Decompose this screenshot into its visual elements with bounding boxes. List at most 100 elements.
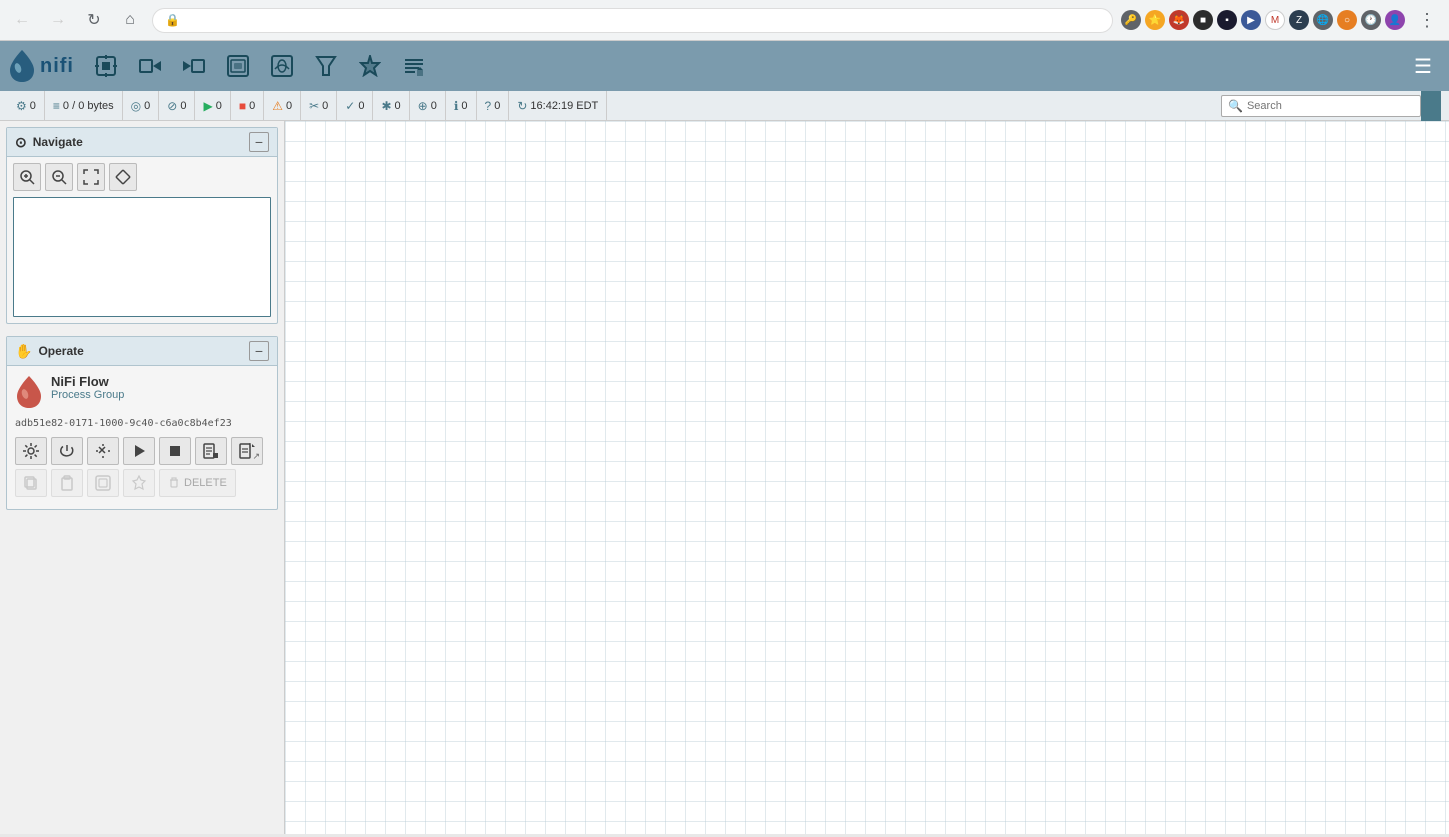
ext-avatar[interactable]: 👤 [1385, 10, 1405, 30]
ext-dark2[interactable]: ▪ [1217, 10, 1237, 30]
ext-dark1[interactable]: ■ [1193, 10, 1213, 30]
status-valid: ✓ 0 [337, 91, 373, 120]
invalid-value: 0 [180, 100, 186, 112]
zoom-out-icon [51, 169, 67, 185]
search-input[interactable] [1247, 100, 1414, 112]
flow-text-info: NiFi Flow Process Group [51, 374, 124, 401]
warnings-status-icon: ⚠ [272, 99, 283, 113]
navigate-panel: ⊙ Navigate − [6, 127, 278, 324]
browser-toolbar: ← → ↻ ⌂ 🔒 localhost:8080/nifi/ 🔑 ⭐ 🦊 ■ ▪… [0, 0, 1449, 40]
status-remote-in: ⊕ 0 [410, 91, 446, 120]
configure-button[interactable] [15, 437, 47, 465]
operate-header-left: ✋ Operate [15, 343, 84, 360]
stop-button[interactable] [159, 437, 191, 465]
hamburger-menu-button[interactable]: ☰ [1405, 48, 1441, 84]
process-group-icon [227, 55, 249, 77]
ext-key[interactable]: 🔑 [1121, 10, 1141, 30]
ext-orange[interactable]: ○ [1337, 10, 1357, 30]
operate-collapse-button[interactable]: − [249, 341, 269, 361]
search-box[interactable]: 🔍 [1221, 95, 1421, 117]
zoom-out-button[interactable] [45, 163, 73, 191]
copy-button[interactable] [15, 469, 47, 497]
navigate-header-left: ⊙ Navigate [15, 134, 83, 151]
nifi-status-bar: ⚙ 0 ≡ 0 / 0 bytes ◎ 0 ⊘ 0 ▶ 0 ■ 0 ⚠ 0 ✂ [0, 91, 1449, 121]
label-tool-btn[interactable] [394, 46, 434, 86]
disabled-value: 0 [322, 100, 328, 112]
start-button[interactable] [123, 437, 155, 465]
disable-button[interactable] [87, 437, 119, 465]
lock-icon: 🔒 [165, 13, 180, 27]
flow-drop-icon [15, 374, 43, 410]
ext-globe[interactable]: 🌐 [1313, 10, 1333, 30]
home-button[interactable]: ⌂ [116, 6, 144, 34]
label-icon [403, 55, 425, 77]
queued-value: 0 / 0 bytes [63, 100, 114, 112]
navigate-icon: ⊙ [15, 134, 27, 151]
fit-button[interactable] [77, 163, 105, 191]
input-port-tool-btn[interactable] [130, 46, 170, 86]
unknown-value: 0 [494, 100, 500, 112]
operate-buttons-row2: DELETE [15, 469, 269, 497]
nifi-app: nifi [0, 41, 1449, 834]
configure-icon [23, 443, 39, 459]
delete-label: DELETE [184, 477, 227, 489]
template-tool-btn[interactable] [350, 46, 390, 86]
color-button[interactable] [123, 469, 155, 497]
paste-button[interactable] [51, 469, 83, 497]
navigate-title: Navigate [33, 135, 83, 149]
status-unknown: ? 0 [477, 91, 510, 120]
operate-title: Operate [38, 344, 83, 358]
clock-value: 16:42:19 EDT [530, 100, 598, 112]
process-group-tool-btn[interactable] [218, 46, 258, 86]
funnel-icon [315, 55, 337, 77]
navigate-collapse-button[interactable]: − [249, 132, 269, 152]
nifi-canvas[interactable] [285, 121, 1449, 834]
delete-button[interactable]: DELETE [159, 469, 236, 497]
reload-button[interactable]: ↻ [80, 6, 108, 34]
navigate-panel-header: ⊙ Navigate − [7, 128, 277, 157]
create-template-icon [203, 443, 219, 459]
nifi-left-panels: ⊙ Navigate − [0, 121, 285, 834]
forward-button[interactable]: → [44, 6, 72, 34]
disable-icon [95, 443, 111, 459]
valid-status-icon: ✓ [345, 99, 355, 113]
operate-panel-header: ✋ Operate − [7, 337, 277, 366]
processor-count: 0 [30, 100, 36, 112]
local-status-icon: ✱ [381, 99, 391, 113]
nifi-header: nifi [0, 41, 1449, 91]
upload-template-button[interactable]: ↗ [231, 437, 263, 465]
group-button[interactable] [87, 469, 119, 497]
address-bar[interactable]: 🔒 localhost:8080/nifi/ [152, 8, 1113, 33]
output-port-tool-btn[interactable] [174, 46, 214, 86]
start-icon [131, 443, 147, 459]
remote-group-tool-btn[interactable] [262, 46, 302, 86]
processor-tool-btn[interactable] [86, 46, 126, 86]
tasks-value: 0 [144, 100, 150, 112]
operate-buttons-row1: ↗ [15, 437, 269, 465]
running-value: 0 [216, 100, 222, 112]
ext-star[interactable]: ⭐ [1145, 10, 1165, 30]
ext-red[interactable]: 🦊 [1169, 10, 1189, 30]
funnel-tool-btn[interactable] [306, 46, 346, 86]
nifi-main: ⊙ Navigate − [0, 121, 1449, 834]
warnings-value: 0 [286, 100, 292, 112]
ext-video[interactable]: ▶ [1241, 10, 1261, 30]
back-button[interactable]: ← [8, 6, 36, 34]
ext-z[interactable]: Z [1289, 10, 1309, 30]
actual-size-button[interactable] [109, 163, 137, 191]
info-value: 0 [461, 100, 467, 112]
create-template-button[interactable] [195, 437, 227, 465]
browser-menu-button[interactable]: ⋮ [1413, 6, 1441, 34]
color-icon [131, 475, 147, 491]
valid-value: 0 [358, 100, 364, 112]
ext-clock[interactable]: 🕐 [1361, 10, 1381, 30]
tasks-status-icon: ◎ [131, 99, 141, 113]
processor-icon [95, 55, 117, 77]
status-clock: ↻ 16:42:19 EDT [509, 91, 607, 120]
zoom-in-button[interactable] [13, 163, 41, 191]
template-icon [359, 55, 381, 77]
enable-button[interactable] [51, 437, 83, 465]
ext-gmail[interactable]: M [1265, 10, 1285, 30]
unknown-status-icon: ? [485, 99, 492, 113]
url-input[interactable]: localhost:8080/nifi/ [186, 13, 1100, 28]
